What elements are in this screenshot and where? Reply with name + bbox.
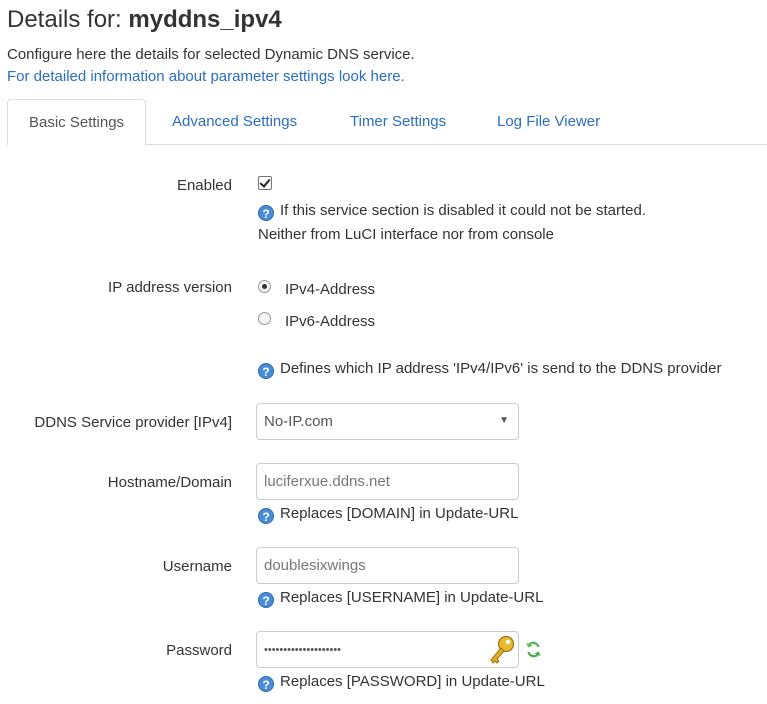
tab-log-file-viewer[interactable]: Log File Viewer <box>476 99 621 143</box>
username-help-text: Replaces [USERNAME] in Update-URL <box>280 589 544 606</box>
ipv6-radio-label: IPv6-Address <box>285 313 376 330</box>
ip-version-label: IP address version <box>108 279 232 296</box>
ip-version-help: ? Defines which IP address 'IPv4/IPv6' is… <box>258 360 722 379</box>
enabled-help: ? If this service section is disabled it … <box>258 202 646 221</box>
hostname-help: ? Replaces [DOMAIN] in Update-URL <box>258 505 518 524</box>
enabled-label: Enabled <box>176 177 232 194</box>
ip-version-help-text: Defines which IP address 'IPv4/IPv6' is … <box>280 360 722 377</box>
info-link[interactable]: For detailed information about parameter… <box>7 68 405 85</box>
hostname-help-text: Replaces [DOMAIN] in Update-URL <box>280 505 519 522</box>
username-input[interactable] <box>256 547 519 584</box>
key-icon[interactable] <box>486 634 516 666</box>
help-icon: ? <box>258 508 274 524</box>
enabled-help-text: If this service section is disabled it c… <box>280 202 647 219</box>
tab-bar: Basic Settings Advanced Settings Timer S… <box>7 99 767 146</box>
password-label: Password <box>166 642 232 659</box>
enabled-checkbox[interactable] <box>258 176 272 190</box>
dropdown-arrow-icon: ▼ <box>499 415 509 426</box>
page-title: Details for: myddns_ipv4 <box>7 6 282 34</box>
password-input[interactable] <box>256 631 519 668</box>
ipv4-radio-label: IPv4-Address <box>285 281 376 298</box>
provider-select[interactable]: No-IP.com ▼ <box>256 403 519 440</box>
refresh-icon[interactable] <box>525 641 542 658</box>
username-label: Username <box>162 558 232 575</box>
tab-timer-settings[interactable]: Timer Settings <box>329 99 467 143</box>
help-icon: ? <box>258 363 274 379</box>
help-icon: ? <box>258 205 274 221</box>
page-description: Configure here the details for selected … <box>7 46 415 63</box>
password-help-text: Replaces [PASSWORD] in Update-URL <box>280 673 545 690</box>
ipv6-radio[interactable] <box>258 312 271 325</box>
ipv4-radio[interactable] <box>258 280 271 293</box>
username-help: ? Replaces [USERNAME] in Update-URL <box>258 589 543 608</box>
tab-basic-settings[interactable]: Basic Settings <box>7 99 147 146</box>
provider-selected-value: No-IP.com <box>264 413 333 430</box>
hostname-input[interactable] <box>256 463 519 500</box>
help-icon: ? <box>258 676 274 692</box>
help-icon: ? <box>258 592 274 608</box>
provider-label: DDNS Service provider [IPv4] <box>34 414 232 431</box>
hostname-label: Hostname/Domain <box>107 474 232 491</box>
password-help: ? Replaces [PASSWORD] in Update-URL <box>258 673 545 692</box>
title-service-name: myddns_ipv4 <box>128 6 282 33</box>
tab-advanced-settings[interactable]: Advanced Settings <box>151 99 318 143</box>
title-prefix: Details for: <box>7 6 122 33</box>
enabled-help-line2: Neither from LuCI interface nor from con… <box>258 226 554 243</box>
